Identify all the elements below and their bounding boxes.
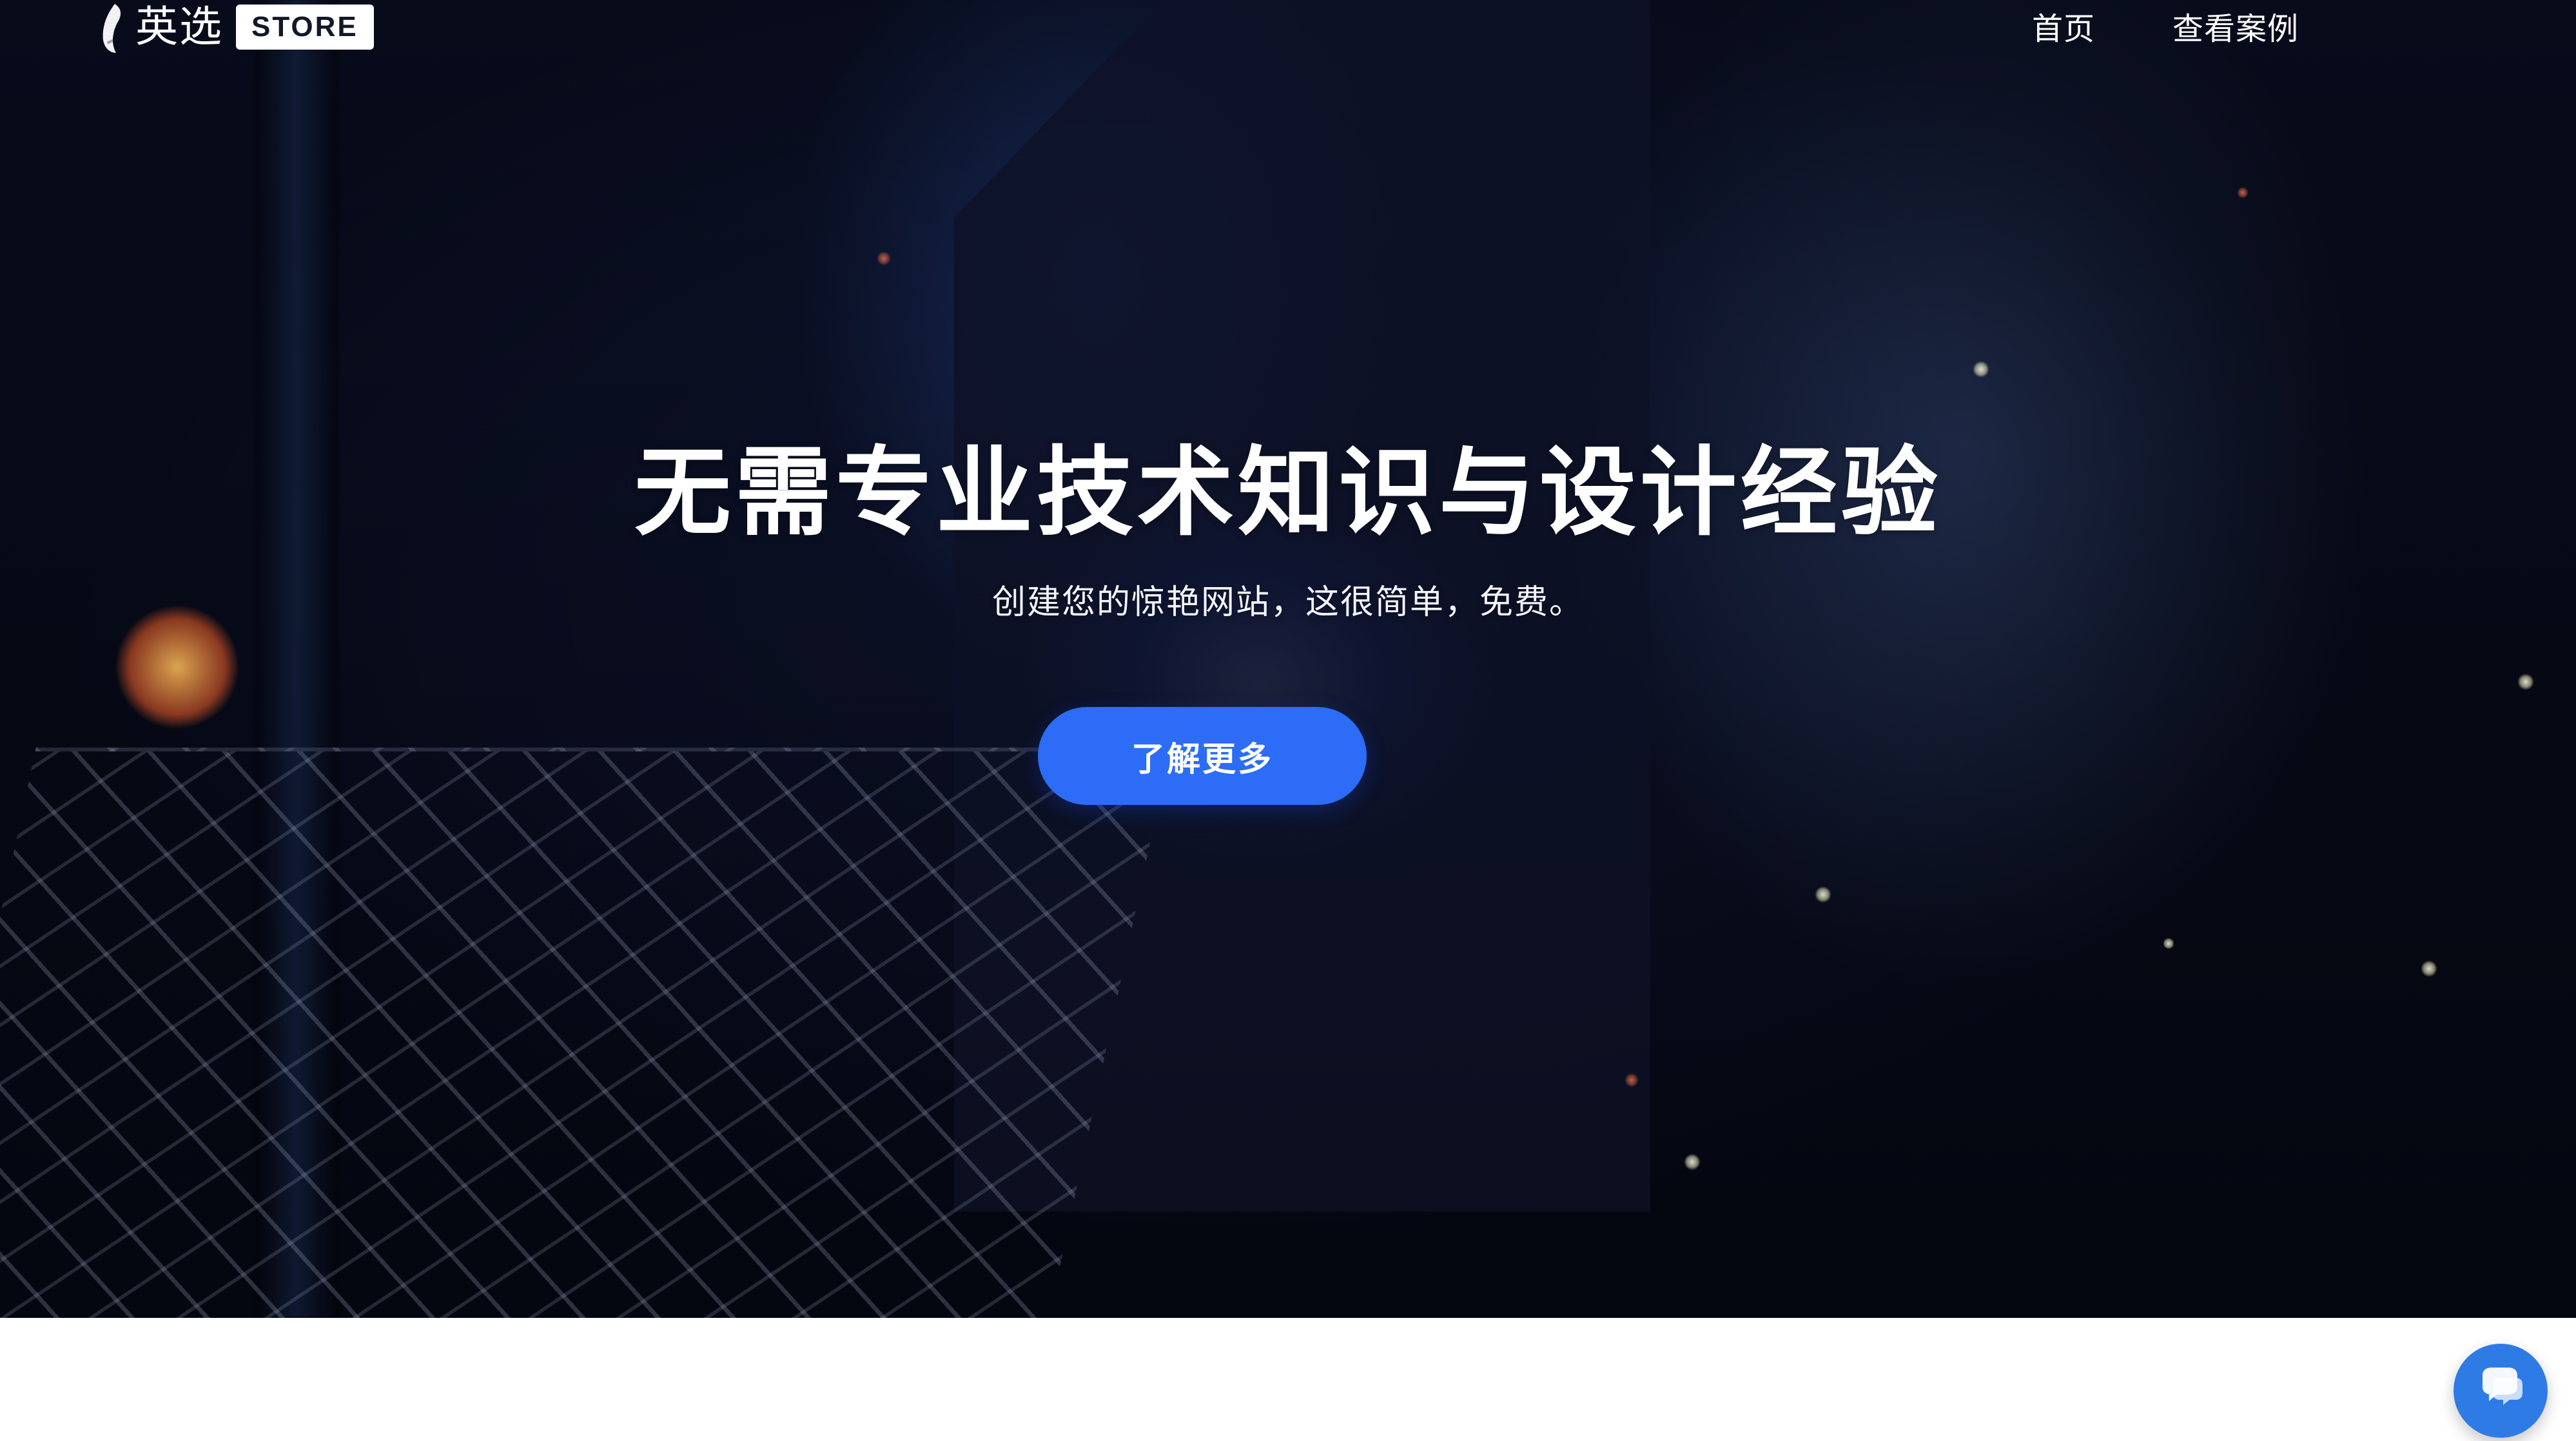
chat-bubbles-icon	[2471, 1360, 2530, 1422]
hero-title: 无需专业技术知识与设计经验	[634, 437, 1942, 549]
white-section	[0, 1318, 2576, 1441]
hero-content: 无需专业技术知识与设计经验 创建您的惊艳网站，这很简单，免费。 了解更多	[0, 0, 2576, 1318]
learn-more-button[interactable]: 了解更多	[1038, 707, 1367, 805]
hero-subtitle: 创建您的惊艳网站，这很简单，免费。	[991, 583, 1584, 622]
chat-button[interactable]	[2454, 1344, 2548, 1438]
